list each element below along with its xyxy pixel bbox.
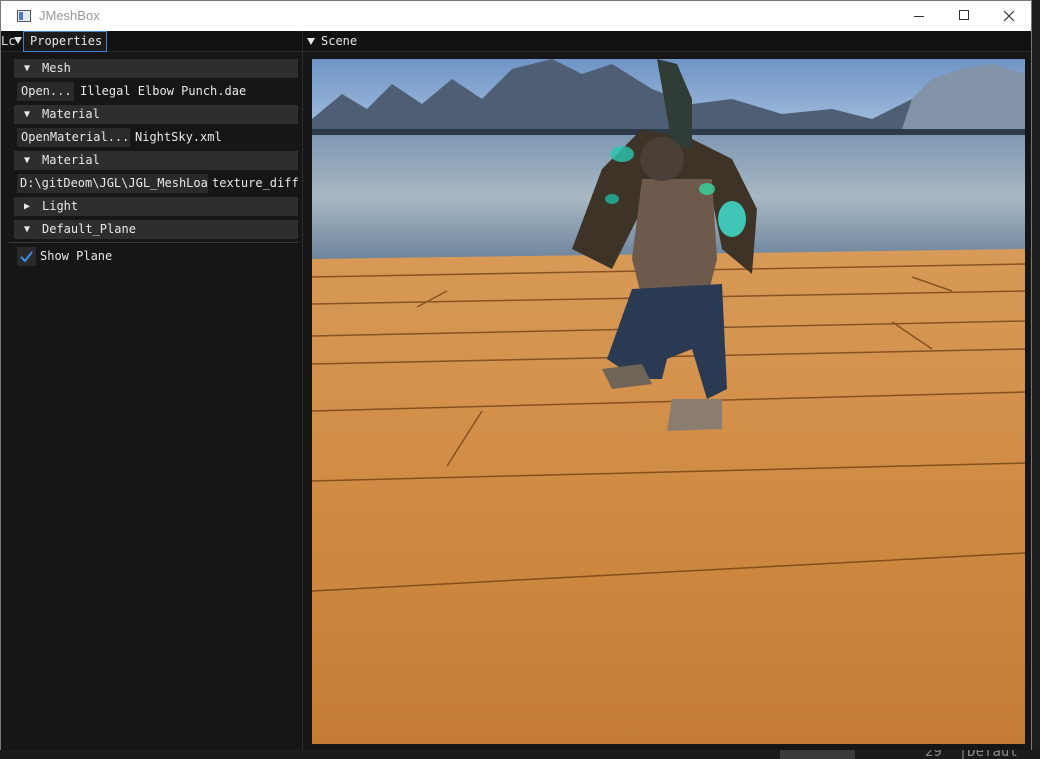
background-editor-scrollbar [780,750,855,759]
tab-properties[interactable]: Properties [23,31,107,52]
plane-section-label: Default_Plane [42,222,136,236]
app-icon [17,10,31,22]
background-editor-text: 29 |Defaul [925,750,1018,759]
material-section-label: Material [42,107,100,121]
collapsed-arrow-icon: ▶ [24,201,31,212]
3d-viewport[interactable] [312,59,1025,744]
tab-menu-icon[interactable] [14,37,22,44]
scene-tab-label: Scene [321,34,358,48]
expanded-arrow-icon: ▼ [24,224,31,235]
texture-path-input[interactable]: D:\gitDeom\JGL\JGL_MeshLoad [17,174,208,193]
scene-render [312,59,1025,744]
expanded-arrow-icon: ▼ [24,155,31,166]
minimize-button[interactable] [896,1,942,31]
maximize-icon [959,10,969,20]
expanded-arrow-icon: ▼ [24,109,31,120]
client-area: Lc Properties ▼ Mesh Open... Illegal Elb… [1,31,1031,750]
mesh-file-name: Illegal Elbow Punch.dae [80,84,247,98]
properties-tab-bar: Lc Properties [1,31,302,52]
minimize-icon [914,16,924,17]
window-title: JMeshBox [39,8,100,23]
tab-menu-icon[interactable] [307,38,315,45]
texture-diffuse-label: texture_diffu [212,176,298,190]
background-editor-strip: 29 |Defaul [0,750,1040,759]
mesh-section-label: Mesh [42,61,71,75]
maximize-button[interactable] [941,1,987,31]
expanded-arrow-icon: ▼ [24,63,31,74]
plane-section-header[interactable]: ▼ Default_Plane [14,220,298,239]
title-bar: JMeshBox [1,1,1031,31]
material-file-name: NightSky.xml [135,130,222,144]
show-plane-label: Show Plane [40,249,113,263]
close-button[interactable] [986,1,1032,31]
shoreline [312,129,1025,135]
checkmark-icon [20,251,33,263]
close-icon [1003,10,1015,22]
material-texture-section-label: Material [42,153,100,167]
mesh-section-header[interactable]: ▼ Mesh [14,59,298,78]
section-divider [9,242,298,243]
show-plane-checkbox[interactable] [17,247,36,266]
light-section-header[interactable]: ▶ Light [14,197,298,216]
light-section-label: Light [42,199,79,213]
app-window: JMeshBox Lc Properties ▼ Mesh Open... Il… [0,0,1032,750]
tab-scene[interactable]: Scene [307,31,357,51]
open-mesh-button[interactable]: Open... [17,82,74,101]
scene-panel: Scene [303,31,1031,750]
material-section-header[interactable]: ▼ Material [14,105,298,124]
scene-tab-bar: Scene [303,31,1031,52]
properties-panel: Lc Properties ▼ Mesh Open... Illegal Elb… [1,31,303,750]
material-texture-section-header[interactable]: ▼ Material [14,151,298,170]
open-material-button[interactable]: OpenMaterial... [17,128,130,147]
